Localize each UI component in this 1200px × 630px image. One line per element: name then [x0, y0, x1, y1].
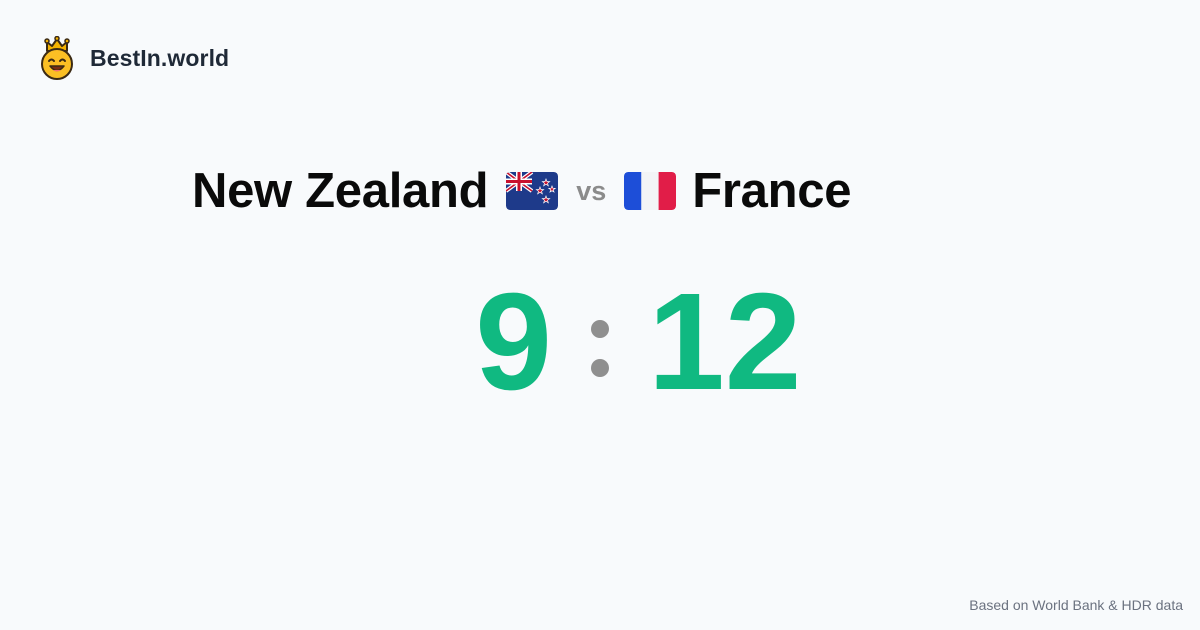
vs-label: vs: [576, 175, 607, 206]
country-left-name[interactable]: New Zealand: [192, 163, 489, 219]
score-left: 9: [475, 265, 552, 419]
crowned-smiley-icon: [41, 36, 73, 80]
matchup-title: New Zealand vs France: [192, 160, 851, 222]
score-separator: [590, 320, 610, 378]
score-display: 9 12: [0, 272, 1200, 412]
separator-dot-top: [591, 320, 609, 338]
score-right: 12: [648, 265, 802, 419]
country-right-name[interactable]: France: [692, 163, 851, 219]
data-source-note: Based on World Bank & HDR data: [969, 597, 1183, 613]
new-zealand-flag-icon: [506, 172, 559, 210]
brand-name: BestIn.world: [90, 44, 230, 71]
france-flag-icon: [624, 172, 677, 210]
separator-dot-bottom: [591, 359, 609, 377]
brand[interactable]: BestIn.world: [38, 36, 229, 80]
